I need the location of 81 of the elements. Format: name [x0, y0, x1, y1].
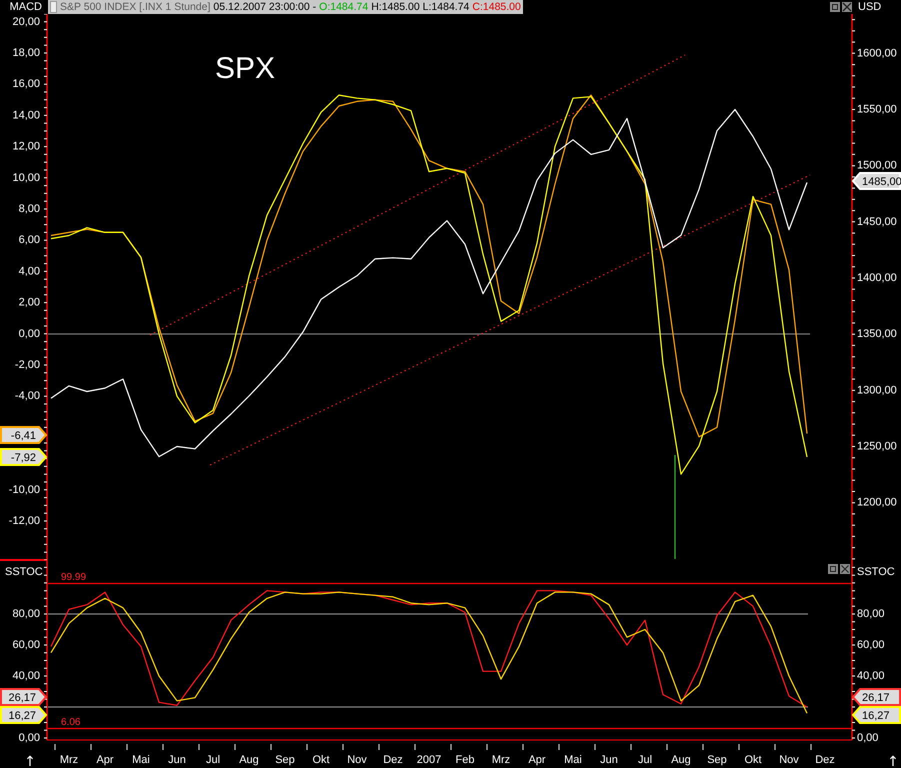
low-value: L:1484.74 [422, 1, 470, 13]
axis-label: Mai [132, 754, 150, 766]
close-icon[interactable] [840, 564, 850, 574]
axis-label: 80,00 [857, 608, 885, 620]
axis-label: Jul [638, 754, 652, 766]
axis-label: 20,00 [12, 16, 40, 28]
axis-label: Aug [671, 754, 691, 766]
panel-title: SSTOC [5, 566, 43, 578]
axis-label: 1600,00 [857, 47, 897, 60]
axis-label: 40,00 [12, 670, 40, 682]
value-marker: 1485,00 [852, 172, 901, 190]
maximize-icon[interactable] [828, 564, 838, 574]
axis-label: Mrz [492, 754, 510, 766]
axis-label: 8,00 [18, 203, 40, 215]
axis-label: Okt [744, 754, 762, 766]
axis-label: Jun [168, 754, 186, 766]
axis-label: 1500,00 [857, 160, 897, 172]
axis-label: 0,00 [18, 732, 40, 744]
grip-icon[interactable] [50, 1, 57, 13]
close-icon[interactable] [842, 2, 852, 12]
axis-label: 60,00 [12, 638, 40, 651]
level-label: 6.06 [61, 717, 80, 728]
axis-label: Dez [383, 754, 403, 766]
axis-title: MACD [8, 1, 43, 13]
axis-label: 2,00 [18, 296, 40, 309]
axis-label: -10,00 [8, 484, 40, 496]
axis-label: Sep [707, 754, 727, 766]
high-value: H:1485.00 [371, 1, 420, 13]
axis-label: Okt [312, 754, 330, 766]
axis-label: 1350,00 [857, 328, 897, 340]
axis-label: Jun [600, 754, 618, 766]
scroll-arrow[interactable]: ↑ [24, 754, 36, 768]
axis-label: Sep [275, 754, 295, 766]
axis-label: 4,00 [18, 265, 40, 278]
axis-label: 1300,00 [857, 384, 897, 396]
axis-label: 16,00 [12, 78, 40, 90]
value-marker: 26,17 [0, 688, 48, 706]
datetime-text: 05.12.2007 23:00:00 - [213, 1, 316, 13]
value-marker: 26,17 [852, 688, 901, 706]
maximize-icon[interactable] [830, 2, 840, 12]
axis-label: -12,00 [8, 515, 40, 527]
axis-label: Nov [347, 754, 367, 766]
axis-label: 1450,00 [857, 216, 897, 228]
axis-label: 0,00 [857, 732, 878, 744]
axis-label: Aug [239, 754, 259, 766]
chart-title: SPX [215, 52, 276, 85]
axis-label: Mrz [60, 754, 78, 766]
axis-label: 14,00 [12, 109, 40, 122]
axis-label: Nov [779, 754, 799, 766]
value-marker: -7,92 [0, 448, 48, 466]
open-value: O:1484.74 [319, 1, 368, 13]
axis-label: 1400,00 [857, 272, 897, 284]
axis-label: 80,00 [12, 608, 40, 620]
scroll-arrow[interactable]: ↑ [887, 754, 899, 768]
axis-label: 2007 [416, 754, 442, 766]
axis-label: 60,00 [857, 638, 885, 651]
axis-label: 1250,00 [857, 440, 897, 453]
axis-label: 18,00 [12, 47, 40, 59]
axis-label: 6,00 [18, 234, 40, 246]
axis-label: 12,00 [12, 140, 40, 153]
axis-label: Feb [456, 754, 474, 766]
axis-title: USD [857, 1, 882, 13]
axis-label: 1200,00 [857, 496, 897, 509]
close-value: C:1485.00 [472, 1, 521, 13]
axis-label: -2,00 [14, 359, 40, 371]
axis-label: Apr [528, 754, 546, 766]
axis-label: Dez [815, 754, 835, 766]
axis-label: 10,00 [12, 172, 40, 184]
panel-title: SSTOC [857, 566, 895, 578]
axis-label: Mai [564, 754, 582, 766]
value-marker: -6,41 [0, 426, 48, 444]
axis-label: 40,00 [857, 670, 885, 682]
axis-label: -4,00 [14, 390, 40, 402]
axis-label: 0,00 [18, 328, 40, 340]
axis-label: 1550,00 [857, 104, 897, 116]
level-label: 99.99 [61, 572, 86, 583]
value-marker: 16,27 [0, 706, 48, 724]
value-marker: 16,27 [852, 706, 901, 724]
symbol-text: S&P 500 INDEX [.INX 1 Stunde] [60, 1, 210, 13]
axis-label: Jul [206, 754, 220, 766]
axis-label: Apr [96, 754, 114, 766]
